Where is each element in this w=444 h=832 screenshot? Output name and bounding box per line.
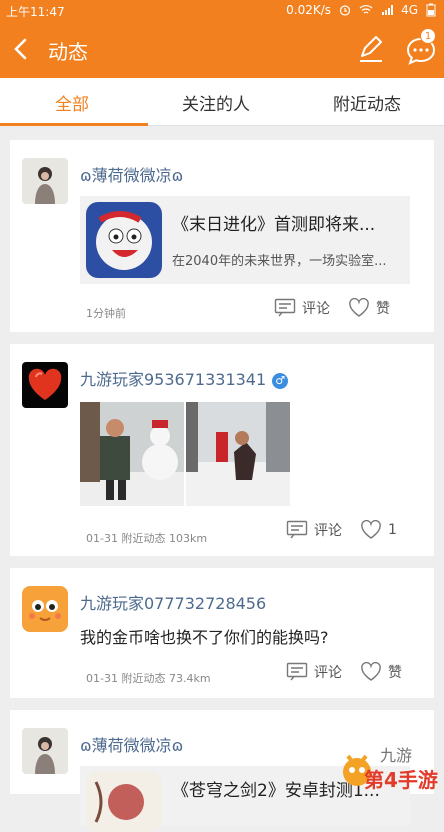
comment-label: 评论 bbox=[314, 523, 342, 539]
status-time: 上午11:47 bbox=[6, 5, 65, 19]
like-button[interactable]: 赞 bbox=[348, 298, 390, 318]
username[interactable]: 九游玩家077732728456 bbox=[80, 590, 266, 614]
feed-card[interactable]: ɷ薄荷微微凉ɷ 《末日进化》首测即将来... 在2040年的未来世界，一场实验室… bbox=[10, 140, 434, 332]
username[interactable]: ɷ薄荷微微凉ɷ bbox=[80, 732, 183, 756]
username[interactable]: ɷ薄荷微微凉ɷ bbox=[80, 162, 183, 186]
post-time: 1分钟前 bbox=[86, 307, 126, 320]
avatar[interactable] bbox=[22, 158, 68, 204]
network-speed: 0.02K/s bbox=[286, 3, 332, 17]
post-photo[interactable] bbox=[80, 402, 184, 506]
wifi-icon bbox=[359, 5, 373, 14]
network-type: 4G bbox=[401, 3, 418, 17]
message-badge: 1 bbox=[420, 28, 436, 44]
male-gender-icon: ♂ bbox=[272, 373, 289, 389]
game-thumbnail bbox=[86, 202, 162, 278]
article-description: 在2040年的未来世界，一场实验室... bbox=[172, 254, 387, 269]
username[interactable]: 九游玩家953671331341 ♂ bbox=[80, 366, 289, 390]
shared-article[interactable]: 《末日进化》首测即将来... 在2040年的未来世界，一场实验室... bbox=[80, 196, 410, 284]
comment-button[interactable]: 评论 bbox=[286, 520, 342, 540]
username-text: 九游玩家953671331341 bbox=[80, 370, 267, 389]
comment-button[interactable]: 评论 bbox=[274, 298, 330, 318]
tab-indicator bbox=[0, 123, 148, 126]
comment-label: 评论 bbox=[314, 665, 342, 681]
avatar[interactable] bbox=[22, 728, 68, 774]
avatar[interactable] bbox=[22, 362, 68, 408]
page-title: 动态 bbox=[48, 40, 88, 64]
comment-icon bbox=[274, 298, 296, 317]
signal-icon bbox=[382, 5, 394, 15]
feed-card[interactable]: 九游玩家953671331341 ♂ 01-31 附近动态 103km 评论 1 bbox=[10, 344, 434, 556]
watermark-text: 第4手游 bbox=[364, 768, 438, 792]
article-title: 《末日进化》首测即将来... bbox=[172, 215, 376, 235]
tab-bar: 全部 关注的人 附近动态 bbox=[0, 78, 444, 126]
comment-icon bbox=[286, 662, 308, 681]
like-label: 赞 bbox=[376, 301, 390, 317]
watermark: 九游 第4手游 bbox=[338, 746, 444, 794]
post-photo[interactable] bbox=[186, 402, 290, 506]
post-location: 附近动态 bbox=[121, 532, 166, 545]
app-bar: 动态 bbox=[0, 20, 444, 78]
status-indicators: 0.02K/s 4G bbox=[286, 3, 436, 17]
post-meta: 01-31 附近动态 73.4km bbox=[86, 670, 211, 686]
like-count: 1 bbox=[388, 522, 397, 538]
avatar[interactable] bbox=[22, 586, 68, 632]
comment-button[interactable]: 评论 bbox=[286, 662, 342, 682]
status-bar: 上午11:47 0.02K/s 4G bbox=[0, 0, 444, 20]
alarm-icon bbox=[339, 5, 351, 16]
back-arrow-icon[interactable] bbox=[10, 34, 32, 64]
like-label: 赞 bbox=[388, 665, 402, 681]
post-meta: 01-31 附近动态 103km bbox=[86, 530, 207, 546]
like-button[interactable]: 赞 bbox=[360, 662, 402, 682]
post-distance: 73.4km bbox=[168, 672, 211, 685]
heart-icon bbox=[361, 520, 381, 539]
like-button[interactable]: 1 bbox=[360, 520, 397, 540]
post-text: 我的金币啥也换不了你们的能换吗? bbox=[80, 628, 329, 647]
comment-icon bbox=[286, 520, 308, 539]
post-time: 01-31 bbox=[86, 532, 118, 545]
tab-following[interactable]: 关注的人 bbox=[182, 90, 250, 115]
heart-icon bbox=[349, 298, 369, 317]
watermark-logo-text: 九游 bbox=[380, 746, 413, 765]
feed-card[interactable]: 九游玩家077732728456 我的金币啥也换不了你们的能换吗? 01-31 … bbox=[10, 568, 434, 698]
post-distance: 103km bbox=[168, 532, 208, 545]
edit-icon[interactable] bbox=[356, 34, 386, 64]
comment-label: 评论 bbox=[302, 301, 330, 317]
battery-icon bbox=[426, 3, 436, 17]
game-thumbnail bbox=[86, 772, 162, 832]
heart-icon bbox=[361, 662, 381, 681]
tab-nearby[interactable]: 附近动态 bbox=[333, 90, 401, 115]
post-time: 01-31 bbox=[86, 672, 118, 685]
post-location: 附近动态 bbox=[121, 672, 166, 685]
tab-all[interactable]: 全部 bbox=[55, 90, 89, 115]
